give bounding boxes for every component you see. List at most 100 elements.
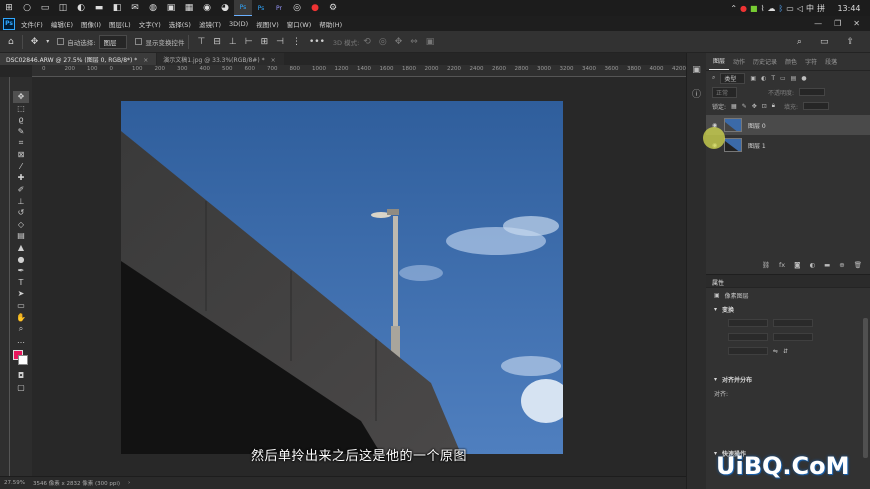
link-icon[interactable]: ⛓ <box>762 261 770 269</box>
workspace-icon[interactable]: ▭ <box>820 37 829 47</box>
network-icon[interactable]: ⌇ <box>761 4 765 13</box>
tab-actions[interactable]: 动作 <box>729 57 749 70</box>
firefox-icon[interactable]: ◕ <box>216 0 234 16</box>
opacity-input[interactable] <box>799 88 826 96</box>
minimize-icon[interactable]: — <box>814 19 822 28</box>
close-icon[interactable]: × <box>143 57 148 64</box>
tab-layers[interactable]: 图层 <box>709 56 730 70</box>
menu-file[interactable]: 文件(F) <box>21 19 43 29</box>
tab-document-1[interactable]: DSC02846.ARW @ 27.5% (图层 0, RGB/8*) * × <box>0 53 157 65</box>
photoshop-icon[interactable]: Ps <box>234 0 252 16</box>
angle-input[interactable] <box>728 347 768 355</box>
align-bottom-icon[interactable]: ⊥ <box>229 37 237 47</box>
widgets-icon[interactable]: ◫ <box>54 0 72 16</box>
ime-mode[interactable]: 拼 <box>817 3 825 14</box>
dodge-tool-icon[interactable]: ● <box>13 253 29 265</box>
menu-view[interactable]: 视图(V) <box>256 19 279 29</box>
stamp-tool-icon[interactable]: ⊥ <box>13 195 29 207</box>
menu-3d[interactable]: 3D(D) <box>229 20 248 28</box>
cloud-icon[interactable]: ☁ <box>767 4 775 13</box>
frame-tool-icon[interactable]: ⊠ <box>13 149 29 161</box>
marquee-tool-icon[interactable]: ⬚ <box>13 103 29 115</box>
ruler-vertical[interactable] <box>0 77 10 476</box>
menu-layer[interactable]: 图层(L) <box>109 19 131 29</box>
transform-section[interactable]: ▾ 变换 <box>706 302 870 316</box>
bluetooth-icon[interactable]: ᛒ <box>778 4 783 13</box>
media-icon[interactable]: ◎ <box>288 0 306 16</box>
menu-type[interactable]: 文字(Y) <box>139 19 161 29</box>
search-icon[interactable]: ○ <box>18 0 36 16</box>
lock-pixels-icon[interactable]: ▦ <box>731 103 737 110</box>
type-tool-icon[interactable]: T <box>13 277 29 289</box>
more-icon[interactable]: ••• <box>309 37 325 47</box>
lasso-tool-icon[interactable]: ϱ <box>13 114 29 126</box>
wps-icon[interactable]: ▦ <box>180 0 198 16</box>
mail-icon[interactable]: ✉ <box>126 0 144 16</box>
share-icon[interactable]: ⇪ <box>846 37 854 47</box>
nvidia-icon[interactable]: ■ <box>750 4 758 13</box>
info-panel-icon[interactable]: ⓘ <box>692 87 701 100</box>
3d-rotate-icon[interactable]: ⟲ <box>363 37 371 47</box>
align-top-icon[interactable]: ⊤ <box>197 37 205 47</box>
photoshop-icon[interactable]: Ps <box>252 0 270 16</box>
premiere-icon[interactable]: Pr <box>270 0 288 16</box>
menu-image[interactable]: 图像(I) <box>81 19 101 29</box>
3d-roll-icon[interactable]: ◎ <box>379 37 387 47</box>
fill-input[interactable] <box>803 102 830 110</box>
adjustment-icon[interactable]: ◐ <box>809 261 815 269</box>
screen-mode-icon[interactable]: ▢ <box>13 382 29 394</box>
folder-icon[interactable]: ▬ <box>90 0 108 16</box>
trash-icon[interactable]: 🗑︎ <box>854 261 862 269</box>
close-icon[interactable]: × <box>271 57 276 64</box>
align-vcenter-icon[interactable]: ⊟ <box>213 37 221 47</box>
recorder-icon[interactable]: ● <box>306 0 324 16</box>
show-transform-checkbox[interactable] <box>135 38 143 45</box>
align-left-icon[interactable]: ⊢ <box>245 37 253 47</box>
brush-tool-icon[interactable]: ✐ <box>13 184 29 196</box>
lock-paint-icon[interactable]: ✎ <box>742 103 747 110</box>
tab-character[interactable]: 字符 <box>801 57 821 70</box>
layer-name[interactable]: 图层 0 <box>748 121 766 130</box>
history-panel-icon[interactable]: ▣ <box>692 65 701 75</box>
edge-icon[interactable]: ◐ <box>72 0 90 16</box>
canvas-area[interactable]: 然后单拎出来之后这是他的一个原图 <box>32 77 686 476</box>
gradient-tool-icon[interactable]: ▤ <box>13 230 29 242</box>
layer-name[interactable]: 图层 1 <box>748 141 766 150</box>
x-input[interactable] <box>728 333 768 341</box>
tab-paragraph[interactable]: 段落 <box>821 57 841 70</box>
hand-tool-icon[interactable]: ✋ <box>13 311 29 323</box>
pen-tool-icon[interactable]: ✒ <box>13 265 29 277</box>
menu-window[interactable]: 窗口(W) <box>287 19 312 29</box>
filter-pixel-icon[interactable]: ▣ <box>750 75 756 82</box>
taskview-icon[interactable]: ▭ <box>36 0 54 16</box>
properties-scrollbar[interactable] <box>863 318 868 458</box>
blend-mode-dropdown[interactable]: 正常 <box>712 86 738 98</box>
y-input[interactable] <box>773 333 813 341</box>
healing-tool-icon[interactable]: ✚ <box>13 172 29 184</box>
filter-smart-icon[interactable]: ▤ <box>791 75 797 82</box>
new-layer-icon[interactable]: ⊕ <box>839 261 844 269</box>
height-input[interactable] <box>773 319 813 327</box>
align-right-icon[interactable]: ⊣ <box>276 37 284 47</box>
crop-tool-icon[interactable]: ⌗ <box>13 137 29 149</box>
filter-toggle-icon[interactable]: ● <box>801 75 806 82</box>
history-brush-icon[interactable]: ↺ <box>13 207 29 219</box>
lock-artboard-icon[interactable]: ⊡ <box>762 103 767 110</box>
volume-icon[interactable]: ◁ <box>797 4 803 13</box>
tab-history[interactable]: 历史记录 <box>749 57 781 70</box>
restore-icon[interactable]: ❐ <box>834 19 841 28</box>
quick-mask-icon[interactable]: ◘ <box>13 370 29 382</box>
filter-adjust-icon[interactable]: ◐ <box>761 75 766 82</box>
store-icon[interactable]: ◧ <box>108 0 126 16</box>
monitor-icon[interactable]: ▭ <box>786 4 794 13</box>
eyedropper-tool-icon[interactable]: ⁄ <box>13 161 29 173</box>
filter-type-icon[interactable]: T <box>771 75 775 82</box>
zoom-tool-icon[interactable]: ⌕ <box>13 323 29 335</box>
ruler-horizontal[interactable]: 0 200 100 0 100 200 300 400 500 600 700 800 1000 1200… <box>32 65 686 77</box>
fx-icon[interactable]: fx <box>779 261 785 269</box>
tab-color[interactable]: 颜色 <box>781 57 801 70</box>
layer-row[interactable]: ◉ 图层 1 <box>706 135 870 155</box>
home-icon[interactable]: ⌂ <box>8 37 14 47</box>
wechat-icon[interactable]: ◍ <box>144 0 162 16</box>
align-section[interactable]: ▾ 对齐并分布 <box>706 372 870 386</box>
